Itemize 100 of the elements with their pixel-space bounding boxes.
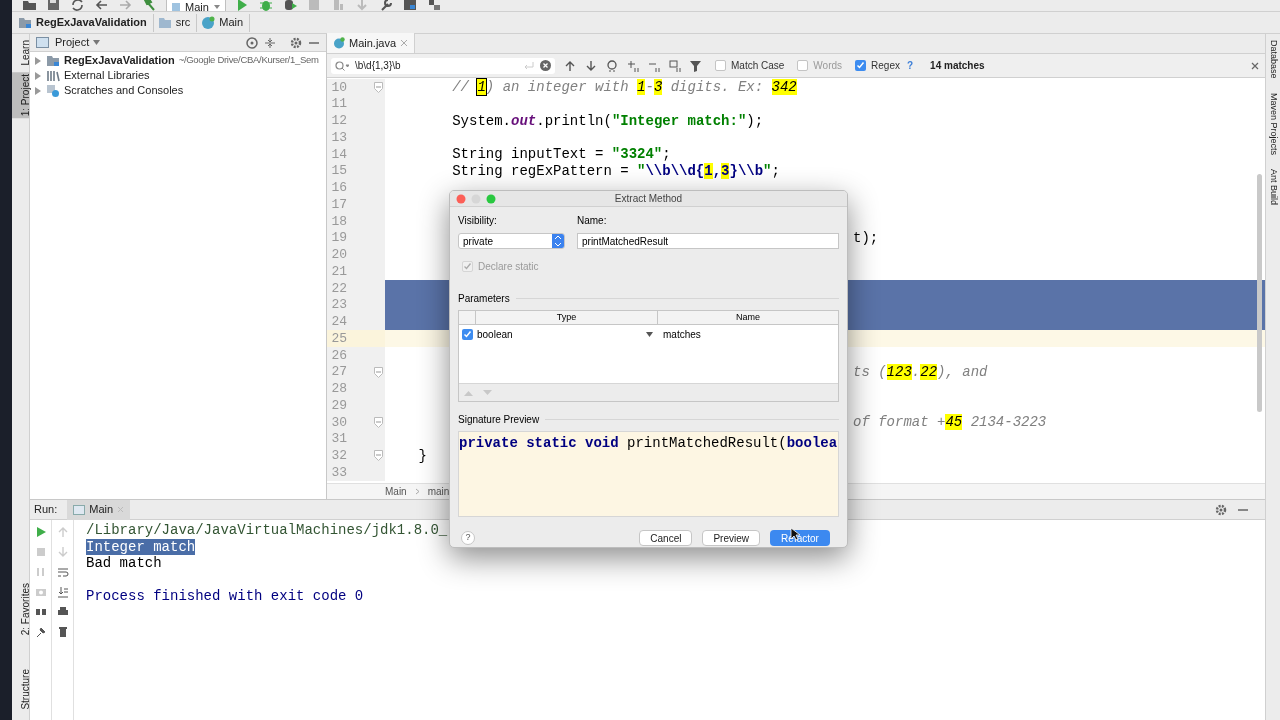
- fold-marker-icon[interactable]: [374, 450, 383, 462]
- breadcrumb-item[interactable]: Main: [385, 484, 407, 499]
- line-number: 12: [330, 112, 347, 131]
- scrollbar-thumb[interactable]: [1257, 174, 1262, 412]
- tool-window-tab[interactable]: 2: Favorites: [12, 581, 29, 638]
- camera-icon[interactable]: [34, 586, 47, 598]
- locate-icon[interactable]: [246, 36, 258, 49]
- line-number: 18: [330, 212, 347, 231]
- search-field[interactable]: \b\d{1,3}\b: [331, 57, 555, 74]
- pause-icon[interactable]: [34, 566, 47, 578]
- checkbox[interactable]: [462, 328, 473, 340]
- close-icon[interactable]: [400, 39, 409, 47]
- library-icon: [46, 69, 60, 82]
- tool-window-tab[interactable]: Learn: [12, 38, 29, 68]
- match-count: 14 matches: [930, 59, 985, 73]
- caret-icon: [212, 4, 221, 10]
- enter-icon: [524, 61, 534, 70]
- bug-icon[interactable]: [258, 0, 274, 11]
- settings-icon[interactable]: [1215, 503, 1227, 516]
- hammer-icon[interactable]: [142, 0, 157, 11]
- line-number: 22: [330, 279, 347, 298]
- filter-icon[interactable]: [690, 59, 702, 72]
- soft-wrap-icon[interactable]: [56, 566, 69, 578]
- line-number: 11: [330, 95, 347, 114]
- coverage-icon[interactable]: [282, 0, 298, 11]
- line-number: 14: [330, 145, 347, 164]
- line-number: 27: [330, 363, 347, 382]
- select-all-occurrences-icon[interactable]: [669, 59, 681, 72]
- close-icon[interactable]: [1251, 61, 1259, 70]
- settings-icon[interactable]: [290, 36, 302, 49]
- add-occurrence-icon[interactable]: [627, 59, 639, 72]
- tool-window-tab[interactable]: 1: Project: [12, 71, 29, 118]
- tree-item[interactable]: Scratches and Consoles: [30, 83, 326, 98]
- console-line: Bad match: [86, 555, 162, 572]
- save-icon[interactable]: [46, 0, 61, 11]
- checkbox[interactable]: [715, 60, 726, 71]
- tool-window-tab[interactable]: Maven Projects: [1266, 92, 1280, 155]
- run-icon[interactable]: [34, 526, 47, 538]
- up-arrow-icon[interactable]: [564, 59, 576, 72]
- tree-item[interactable]: External Libraries: [30, 68, 326, 83]
- checkbox[interactable]: [855, 60, 867, 71]
- fold-marker-icon[interactable]: [374, 366, 383, 378]
- dialog-title: Extract Method: [614, 192, 683, 206]
- visibility-dropdown[interactable]: private: [458, 233, 565, 249]
- name-field[interactable]: printMatchedResult: [577, 233, 839, 249]
- class-icon: [201, 15, 216, 30]
- forward-arrow-icon[interactable]: [118, 0, 133, 11]
- scroll-to-end-icon[interactable]: [56, 586, 69, 598]
- vcs-icon[interactable]: [426, 0, 442, 11]
- breadcrumb-item[interactable]: main: [427, 484, 450, 499]
- project-path: ~/Google Drive/CBA/Kurser/1_Sem: [178, 53, 319, 68]
- layout-icon[interactable]: [34, 606, 47, 618]
- line-number: 16: [330, 179, 347, 198]
- line-number: 25: [330, 329, 347, 348]
- fold-marker-icon[interactable]: [374, 81, 383, 93]
- fold-marker-icon[interactable]: [374, 416, 383, 428]
- visibility-label: Visibility:: [458, 214, 498, 228]
- run-tab[interactable]: Main: [67, 499, 131, 520]
- clear-icon[interactable]: [540, 60, 551, 71]
- run-label: Run:: [34, 502, 58, 518]
- dialog-button[interactable]: Preview: [702, 530, 760, 546]
- editor-tab[interactable]: Main.java: [327, 33, 416, 53]
- collapse-icon[interactable]: [264, 36, 276, 49]
- folder-icon[interactable]: [22, 0, 37, 11]
- line-number: 13: [330, 128, 347, 147]
- print-icon[interactable]: [56, 606, 69, 618]
- signature-preview: private static void printMatchedResult(boolea: [458, 431, 839, 517]
- breadcrumb-item[interactable]: Main: [201, 13, 251, 32]
- stop-icon[interactable]: [34, 546, 47, 558]
- stop-icon[interactable]: [306, 0, 322, 11]
- project-view-dropdown[interactable]: Project: [55, 34, 101, 51]
- code-line: // 1) an integer with 1-3 digits. Ex: 342: [451, 79, 797, 95]
- find-all-icon[interactable]: [606, 59, 618, 72]
- scratches-icon: [46, 84, 60, 97]
- down-arrow-icon[interactable]: [585, 59, 597, 72]
- search-icon: [335, 60, 349, 71]
- tree-item[interactable]: RegExJavaValidation ~/Google Drive/CBA/Kurser/1_Sem: [30, 53, 326, 68]
- dialog-button[interactable]: Cancel: [639, 530, 693, 546]
- pin-icon[interactable]: [34, 626, 47, 638]
- breadcrumb-item[interactable]: src: [157, 13, 198, 32]
- caret-icon: [93, 40, 101, 45]
- code-line: t);: [853, 229, 879, 247]
- back-arrow-icon[interactable]: [94, 0, 109, 11]
- breadcrumb-item[interactable]: RegExJavaValidation: [18, 13, 154, 32]
- line-number: 19: [330, 229, 347, 248]
- option-label: Match Case: [731, 59, 785, 73]
- line-number: 20: [330, 246, 347, 265]
- line-number: 15: [330, 162, 347, 181]
- line-number: 17: [330, 195, 347, 214]
- help-link[interactable]: ?: [907, 58, 914, 73]
- download-icon[interactable]: [354, 0, 370, 11]
- tool-window-tab[interactable]: Structure: [12, 667, 29, 712]
- tool-window-tab[interactable]: Ant Build: [1266, 168, 1280, 205]
- project-structure-icon[interactable]: [402, 0, 418, 11]
- sync-icon[interactable]: [70, 0, 85, 11]
- line-number: 24: [330, 313, 347, 332]
- trash-icon[interactable]: [56, 626, 69, 638]
- help-button[interactable]: ?: [461, 531, 475, 545]
- tool-window-tab[interactable]: Database: [1266, 40, 1280, 79]
- run-configuration-dropdown[interactable]: Main: [166, 0, 226, 11]
